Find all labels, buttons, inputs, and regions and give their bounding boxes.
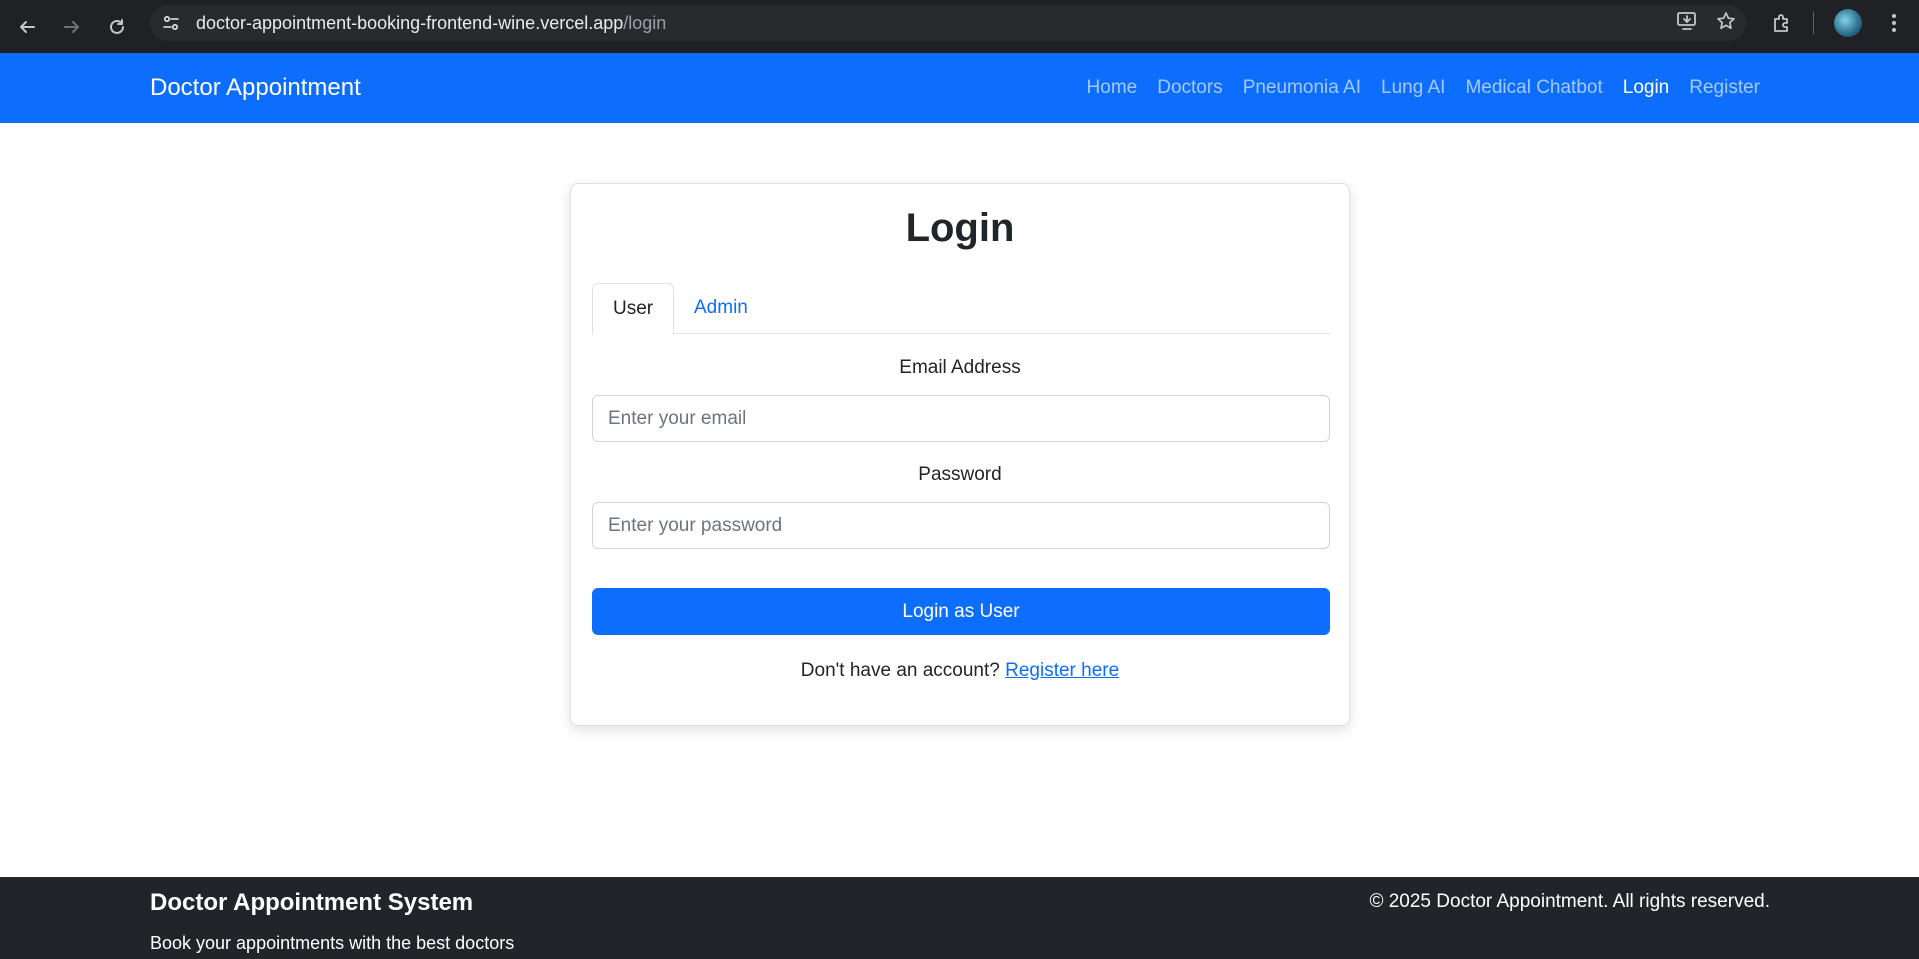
tab-user[interactable]: User (592, 283, 674, 335)
register-prompt: Don't have an account? Register here (571, 660, 1349, 682)
page-title: Login (905, 206, 1015, 250)
login-card: Login User Admin Email Address Password … (570, 183, 1350, 726)
email-field[interactable] (592, 395, 1330, 442)
nav-links: Home Doctors Pneumonia AI Lung AI Medica… (1067, 53, 1760, 123)
password-label: Password (918, 464, 1002, 485)
kebab-menu-icon[interactable] (1884, 8, 1904, 38)
address-bar[interactable]: doctor-appointment-booking-frontend-wine… (150, 5, 1746, 41)
star-icon[interactable] (1716, 11, 1736, 36)
email-label: Email Address (899, 357, 1021, 378)
forward-arrow-icon[interactable] (55, 10, 89, 44)
nav-link-doctors[interactable]: Doctors (1157, 77, 1222, 99)
nav-link-medical-chatbot[interactable]: Medical Chatbot (1465, 77, 1602, 99)
footer-title: Doctor Appointment System (150, 889, 474, 916)
login-button[interactable]: Login as User (592, 588, 1330, 635)
footer-subtitle: Book your appointments with the best doc… (150, 933, 515, 953)
no-account-text: Don't have an account? (800, 660, 1000, 681)
url-text[interactable]: doctor-appointment-booking-frontend-wine… (196, 13, 666, 34)
navbar-brand[interactable]: Doctor Appointment (150, 53, 361, 123)
tab-admin[interactable]: Admin (674, 283, 768, 334)
nav-link-lung-ai[interactable]: Lung AI (1381, 77, 1445, 99)
toolbar-divider (1813, 12, 1814, 34)
login-tabs: User Admin (592, 283, 1330, 335)
site-navbar: Doctor Appointment Home Doctors Pneumoni… (0, 53, 1919, 123)
url-path: /login (623, 12, 667, 33)
back-arrow-icon[interactable] (10, 10, 44, 44)
nav-link-register[interactable]: Register (1689, 77, 1760, 99)
install-app-icon[interactable] (1676, 11, 1698, 36)
footer-copyright: © 2025 Doctor Appointment. All rights re… (1369, 891, 1770, 912)
nav-link-home[interactable]: Home (1087, 77, 1138, 99)
register-link[interactable]: Register here (1005, 660, 1119, 681)
profile-avatar[interactable] (1834, 9, 1862, 37)
site-info-icon[interactable] (156, 8, 186, 38)
site-footer: Doctor Appointment System Book your appo… (0, 877, 1919, 959)
password-field[interactable] (592, 502, 1330, 549)
nav-link-pneumonia-ai[interactable]: Pneumonia AI (1243, 77, 1361, 99)
reload-icon[interactable] (100, 10, 134, 44)
nav-link-login[interactable]: Login (1623, 77, 1670, 99)
url-host: doctor-appointment-booking-frontend-wine… (196, 12, 624, 33)
extensions-icon[interactable] (1766, 8, 1796, 38)
